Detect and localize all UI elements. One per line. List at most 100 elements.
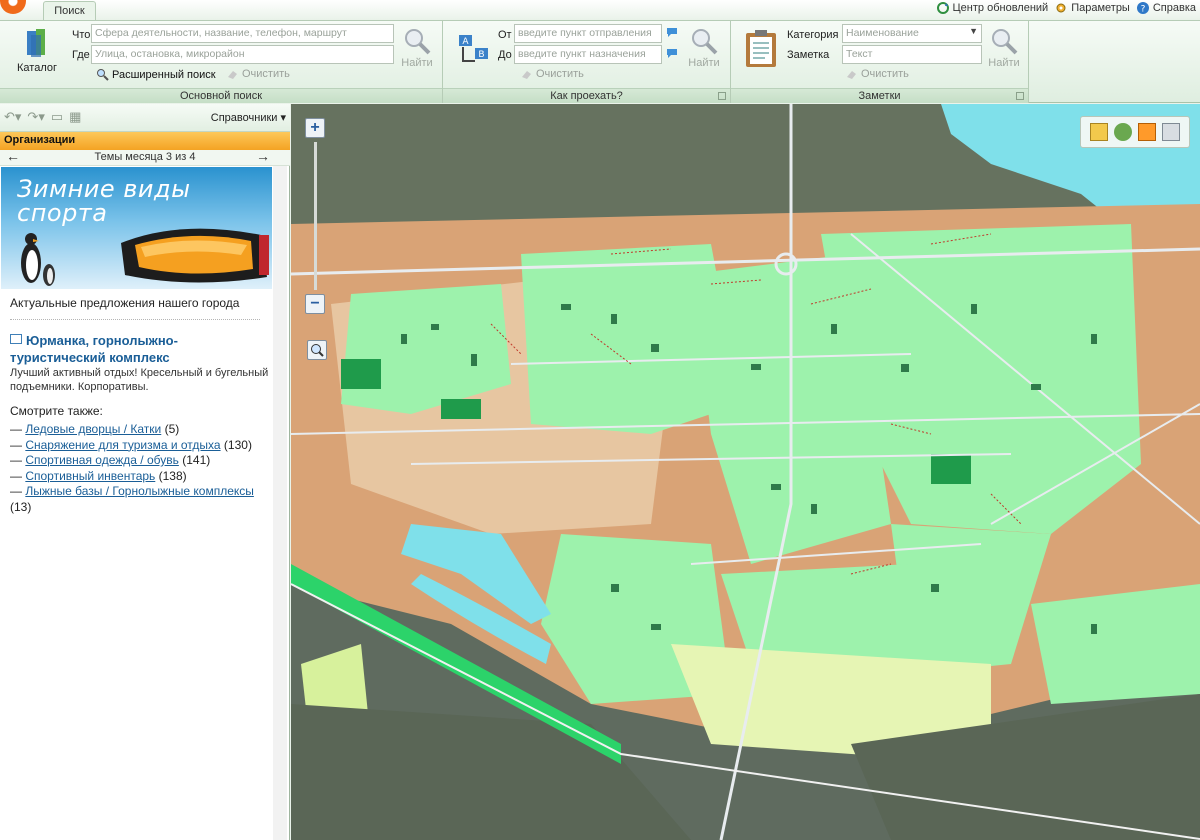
notes-find-label: Найти — [988, 57, 1020, 69]
forward-icon[interactable]: ↷▾ — [27, 109, 44, 125]
to-input[interactable]: введите пункт назначения — [514, 45, 662, 64]
note-icon[interactable] — [1138, 123, 1156, 141]
category-value: Наименование — [846, 27, 919, 39]
where-input[interactable]: Улица, остановка, микрорайон — [91, 45, 394, 64]
notes-title: Заметки — [731, 88, 1028, 103]
panel-scrollbar[interactable] — [273, 166, 287, 840]
list-icon[interactable]: ▭ — [51, 109, 63, 125]
clipboard-icon — [746, 30, 776, 67]
history-controls: ↶▾ ↷▾ ▭ ▦ — [4, 109, 81, 125]
layers-icon[interactable] — [1114, 123, 1132, 141]
top-links: Центр обновлений Параметры ? Справка — [936, 1, 1196, 15]
zoom-slider[interactable] — [314, 142, 317, 290]
zoom-box-button[interactable] — [307, 340, 327, 360]
link-ski-bases[interactable]: Лыжные базы / Горнолыжные комплексы — [25, 484, 254, 498]
updates-label: Центр обновлений — [952, 2, 1049, 14]
goggles-illustration — [121, 228, 269, 283]
promo-banner[interactable]: Зимние виды спорта — [1, 167, 272, 289]
catalog-icon — [27, 29, 45, 57]
month-topics-label: Темы месяца 3 из 4 — [94, 151, 196, 163]
category-select[interactable]: Наименование ▼ — [842, 24, 982, 43]
magnifier-small-icon — [311, 344, 324, 357]
help-link[interactable]: ? Справка — [1136, 1, 1196, 15]
list-item: — Спортивный инвентарь (138) — [10, 468, 187, 483]
refresh-icon — [936, 2, 949, 14]
notes-group: Категория Наименование ▼ Заметка Текст О… — [731, 21, 1029, 103]
link-count: (5) — [164, 422, 180, 436]
month-topics-bar: ← Темы месяца 3 из 4 → — [0, 149, 290, 166]
from-input[interactable]: введите пункт отправления — [514, 24, 662, 43]
magnifier-small-icon — [97, 69, 109, 81]
see-also-heading: Смотрите также: — [10, 404, 103, 418]
notes-clear-button[interactable]: Очистить — [845, 68, 909, 80]
zoom-in-button[interactable]: + — [305, 118, 325, 138]
updates-link[interactable]: Центр обновлений — [936, 1, 1049, 15]
grid-icon[interactable]: ▦ — [69, 109, 81, 125]
org-title-text: Юрманка, горнолыжно-туристический компле… — [10, 333, 178, 365]
next-arrow-icon[interactable]: → — [256, 149, 270, 164]
zoom-control: + − — [305, 118, 327, 318]
link-count: (13) — [10, 499, 32, 514]
tab-strip: Поиск Центр обновлений Параметры ? Справ… — [0, 0, 1200, 21]
what-label: Что — [72, 29, 91, 41]
note-label: Заметка — [787, 49, 830, 61]
route-title: Как проехать? — [443, 88, 730, 103]
route-find-label: Найти — [688, 57, 720, 69]
link-sportswear[interactable]: Спортивная одежда / обувь — [25, 453, 179, 467]
eraser-icon — [847, 71, 856, 79]
category-label: Категория — [787, 29, 839, 41]
tab-search[interactable]: Поиск — [43, 1, 96, 21]
svg-text:?: ? — [1140, 5, 1145, 15]
params-label: Параметры — [1071, 2, 1130, 14]
gear-icon — [1056, 3, 1066, 13]
main-clear-label: Очистить — [242, 68, 290, 80]
svg-text:B: B — [478, 50, 484, 60]
penguin-illustration — [21, 233, 55, 286]
help-icon: ? — [1136, 2, 1149, 15]
route-find-button[interactable]: Найти — [687, 26, 721, 69]
list-item: — Ледовые дворцы / Катки (5) — [10, 422, 180, 436]
print-icon[interactable] — [1162, 123, 1180, 141]
advanced-search-label: Расширенный поиск — [112, 68, 216, 81]
link-sports-equipment[interactable]: Спортивный инвентарь — [25, 469, 155, 483]
org-title-link[interactable]: Юрманка, горнолыжно-туристический компле… — [10, 332, 270, 366]
main-find-button[interactable]: Найти — [400, 26, 434, 69]
document-icon — [10, 334, 22, 344]
directories-dropdown[interactable]: Справочники ▾ — [211, 111, 286, 124]
map-view[interactable]: + − — [291, 104, 1200, 840]
zoom-out-button[interactable]: − — [305, 294, 325, 314]
ruler-icon[interactable] — [1090, 123, 1108, 141]
map-canvas[interactable] — [291, 104, 1200, 840]
to-label: До — [498, 49, 512, 61]
pin-to-icon[interactable] — [666, 48, 678, 60]
route-icon: A B — [459, 35, 488, 62]
notes-clear-label: Очистить — [861, 68, 909, 80]
help-label: Справка — [1152, 2, 1196, 14]
magnifier-icon — [992, 29, 1018, 55]
notes-launcher[interactable] — [1016, 92, 1024, 100]
ribbon: Каталог Что Сфера деятельности, название… — [0, 20, 1200, 103]
prev-arrow-icon[interactable]: ← — [6, 149, 20, 164]
link-tourism-gear[interactable]: Снаряжение для туризма и отдыха — [25, 438, 220, 452]
app-logo[interactable] — [0, 0, 26, 14]
back-icon[interactable]: ↶▾ — [4, 109, 21, 125]
notes-find-button[interactable]: Найти — [987, 26, 1021, 69]
what-input[interactable]: Сфера деятельности, название, телефон, м… — [91, 24, 394, 43]
route-clear-button[interactable]: Очистить — [520, 68, 584, 80]
route-launcher[interactable] — [718, 92, 726, 100]
pin-from-icon[interactable] — [666, 27, 678, 39]
list-item: — Лыжные базы / Горнолыжные комплексы (1… — [10, 484, 254, 514]
route-group: A B От введите пункт отправления До введ… — [443, 21, 731, 103]
note-input[interactable]: Текст — [842, 45, 982, 64]
organizations-header[interactable]: Организации — [0, 132, 290, 150]
list-item: — Спортивная одежда / обувь (141) — [10, 453, 211, 467]
main-clear-button[interactable]: Очистить — [226, 68, 290, 80]
catalog-button[interactable]: Каталог — [14, 27, 60, 74]
params-link[interactable]: Параметры — [1054, 1, 1130, 15]
link-ice-rinks[interactable]: Ледовые дворцы / Катки — [25, 422, 161, 436]
from-label: От — [498, 29, 512, 41]
main-find-label: Найти — [401, 57, 433, 69]
where-label: Где — [72, 49, 90, 61]
advanced-search-link[interactable]: Расширенный поиск — [96, 68, 216, 81]
main-search-group: Каталог Что Сфера деятельности, название… — [0, 21, 443, 103]
